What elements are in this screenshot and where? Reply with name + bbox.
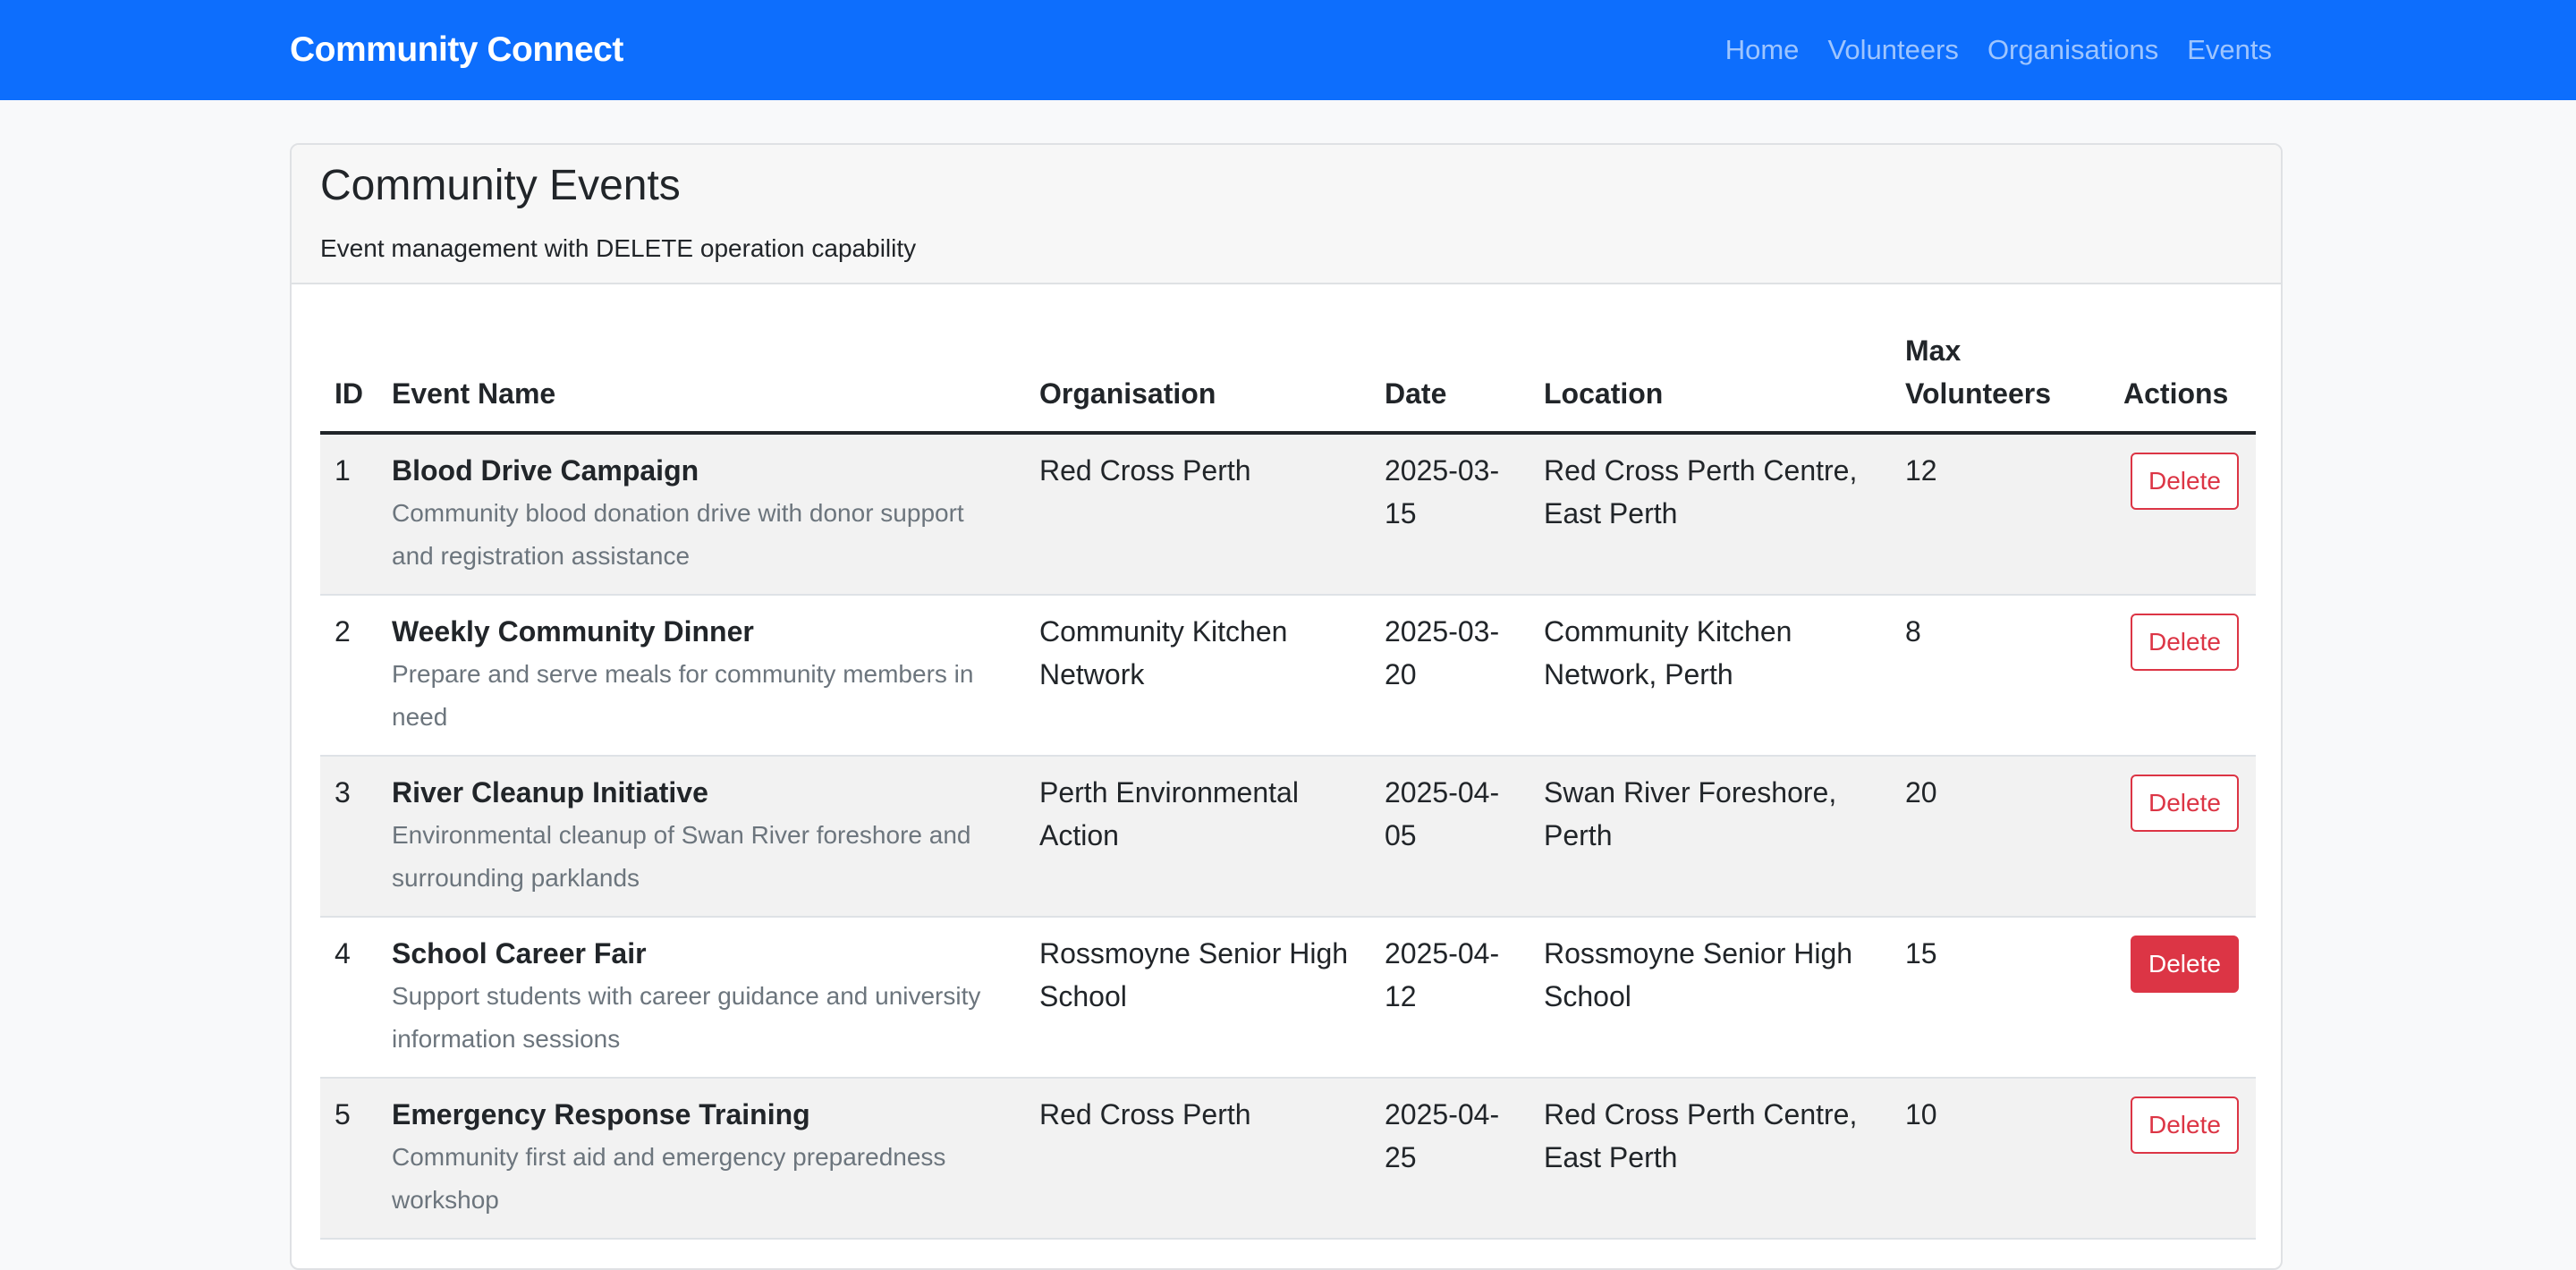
table-body: 1 Blood Drive Campaign Community blood d… — [320, 433, 2256, 1240]
cell-organisation: Red Cross Perth — [1025, 433, 1370, 596]
table-row: 5 Emergency Response Training Community … — [320, 1078, 2256, 1240]
cell-event: Emergency Response Training Community fi… — [377, 1078, 1025, 1240]
table-row: 1 Blood Drive Campaign Community blood d… — [320, 433, 2256, 596]
cell-actions: Delete — [2109, 756, 2256, 918]
nav-link-home[interactable]: Home — [1725, 34, 1800, 66]
cell-max-volunteers: 10 — [1891, 1078, 2109, 1240]
delete-button[interactable]: Delete — [2131, 453, 2239, 510]
cell-actions: Delete — [2109, 595, 2256, 757]
event-description: Environmental cleanup of Swan River fore… — [392, 821, 971, 892]
page-subtitle: Event management with DELETE operation c… — [320, 234, 917, 262]
nav-link-organisations[interactable]: Organisations — [1987, 34, 2158, 66]
event-name: Weekly Community Dinner — [392, 615, 754, 648]
cell-id: 2 — [320, 595, 377, 757]
cell-event: Weekly Community Dinner Prepare and serv… — [377, 595, 1025, 757]
table-row: 4 School Career Fair Support students wi… — [320, 917, 2256, 1079]
cell-max-volunteers: 12 — [1891, 433, 2109, 596]
cell-location: Red Cross Perth Centre, East Perth — [1530, 1078, 1891, 1240]
cell-organisation: Community Kitchen Network — [1025, 595, 1370, 757]
cell-actions: Delete — [2109, 433, 2256, 596]
cell-max-volunteers: 8 — [1891, 595, 2109, 757]
delete-button[interactable]: Delete — [2131, 614, 2239, 671]
cell-actions: Delete — [2109, 917, 2256, 1079]
header-actions: Actions — [2109, 320, 2256, 435]
event-name: School Career Fair — [392, 937, 647, 969]
delete-button[interactable]: Delete — [2131, 936, 2239, 993]
event-name: River Cleanup Initiative — [392, 776, 708, 809]
cell-date: 2025-03-20 — [1370, 595, 1530, 757]
cell-organisation: Red Cross Perth — [1025, 1078, 1370, 1240]
nav-link-events[interactable]: Events — [2187, 34, 2272, 66]
events-table: ID Event Name Organisation Date Location… — [320, 320, 2256, 1240]
card-body: ID Event Name Organisation Date Location… — [292, 284, 2281, 1240]
table-row: 2 Weekly Community Dinner Prepare and se… — [320, 595, 2256, 757]
cell-actions: Delete — [2109, 1078, 2256, 1240]
cell-event: Blood Drive Campaign Community blood don… — [377, 433, 1025, 596]
cell-date: 2025-04-12 — [1370, 917, 1530, 1079]
cell-id: 4 — [320, 917, 377, 1079]
header-id: ID — [320, 320, 377, 435]
header-date: Date — [1370, 320, 1530, 435]
header-max-volunteers: Max Volunteers — [1891, 320, 2109, 435]
event-description: Community blood donation drive with dono… — [392, 499, 964, 570]
card-header: Community Events Event management with D… — [292, 145, 2281, 284]
nav-link-volunteers[interactable]: Volunteers — [1827, 34, 1959, 66]
cell-location: Red Cross Perth Centre, East Perth — [1530, 433, 1891, 596]
cell-max-volunteers: 15 — [1891, 917, 2109, 1079]
page-title: Community Events — [320, 162, 681, 209]
navbar: Community Connect Home Volunteers Organi… — [0, 0, 2576, 100]
navbar-container: Community Connect Home Volunteers Organi… — [290, 30, 2272, 70]
cell-location: Community Kitchen Network, Perth — [1530, 595, 1891, 757]
events-card: Community Events Event management with D… — [290, 143, 2283, 1270]
cell-id: 3 — [320, 756, 377, 918]
cell-event: River Cleanup Initiative Environmental c… — [377, 756, 1025, 918]
cell-organisation: Rossmoyne Senior High School — [1025, 917, 1370, 1079]
event-description: Support students with career guidance an… — [392, 982, 981, 1053]
cell-location: Swan River Foreshore, Perth — [1530, 756, 1891, 918]
event-name: Blood Drive Campaign — [392, 454, 699, 487]
cell-id: 1 — [320, 433, 377, 596]
header-event-name: Event Name — [377, 320, 1025, 435]
brand-link[interactable]: Community Connect — [290, 30, 623, 70]
delete-button[interactable]: Delete — [2131, 1096, 2239, 1154]
delete-button[interactable]: Delete — [2131, 775, 2239, 832]
cell-date: 2025-04-05 — [1370, 756, 1530, 918]
cell-date: 2025-03-15 — [1370, 433, 1530, 596]
cell-max-volunteers: 20 — [1891, 756, 2109, 918]
table-row: 3 River Cleanup Initiative Environmental… — [320, 756, 2256, 918]
event-description: Community first aid and emergency prepar… — [392, 1143, 946, 1214]
event-name: Emergency Response Training — [392, 1098, 810, 1130]
event-description: Prepare and serve meals for community me… — [392, 660, 974, 731]
header-location: Location — [1530, 320, 1891, 435]
table-header: ID Event Name Organisation Date Location… — [320, 320, 2256, 435]
cell-date: 2025-04-25 — [1370, 1078, 1530, 1240]
nav-links: Home Volunteers Organisations Events — [1697, 34, 2272, 66]
cell-organisation: Perth Environmental Action — [1025, 756, 1370, 918]
cell-location: Rossmoyne Senior High School — [1530, 917, 1891, 1079]
cell-event: School Career Fair Support students with… — [377, 917, 1025, 1079]
header-organisation: Organisation — [1025, 320, 1370, 435]
cell-id: 5 — [320, 1078, 377, 1240]
